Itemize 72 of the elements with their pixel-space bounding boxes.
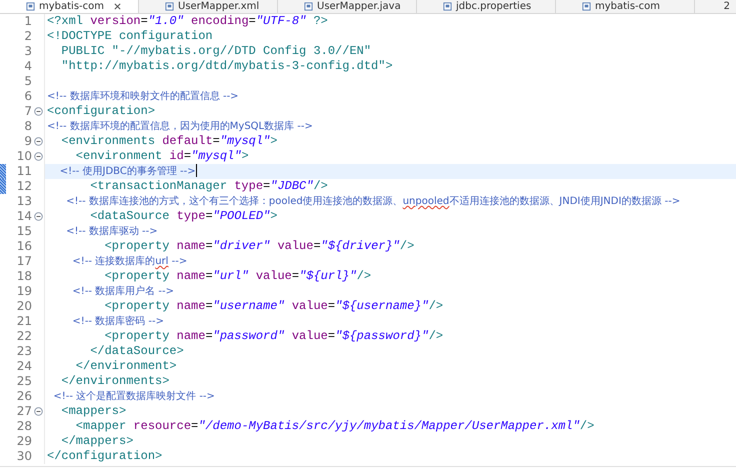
code-line: <!-- 数据库驱动 --> — [65, 224, 158, 239]
code-line: <environments default="mysql"> — [60, 134, 278, 149]
code-line: <property name="driver" value="${driver}"/> — [104, 239, 414, 254]
code-line: </environments> — [60, 374, 170, 389]
code-line: <?xml version="1.0" encoding="UTF-8" ?> — [47, 14, 328, 29]
editor-tab[interactable]: UserMapper.java — [278, 0, 417, 13]
line-number: 23 — [16, 344, 32, 359]
line-number: 14 — [16, 209, 32, 224]
code-line: <mapper resource="/demo-MyBatis/src/yjy/mybatis/Mapper/UserMapper.xml"/> — [74, 419, 594, 434]
editor-tab[interactable]: UserMapper.xml — [139, 0, 278, 13]
line-number: 21 — [16, 314, 32, 329]
line-number: 15 — [16, 224, 32, 239]
code-line: <!DOCTYPE configuration — [47, 29, 213, 44]
line-number: 26 — [16, 389, 32, 404]
line-number: 24 — [16, 359, 32, 374]
line-number: 28 — [16, 419, 32, 434]
close-icon[interactable] — [114, 3, 122, 10]
line-number: 18 — [16, 269, 32, 284]
code-line: <!-- 这个是配置数据库映射文件 --> — [52, 390, 215, 404]
line-number: 20 — [16, 299, 32, 314]
line-number: 29 — [16, 434, 32, 449]
collapse-icon[interactable] — [34, 212, 42, 221]
collapse-icon[interactable] — [34, 107, 42, 116]
code-line: <!-- 数据库连接池的方式，这个有三个选择：pooled使用连接池的数据源、unpooled不适用连接池的数据源、JNDI使用JNDI的数据源 --> — [65, 194, 680, 209]
line-number: 4 — [23, 59, 32, 74]
line-number: 6 — [23, 89, 32, 104]
line-number: 7 — [23, 104, 32, 119]
code-line: PUBLIC "-//mybatis.org//DTD Config 3.0//EN" — [60, 44, 372, 59]
line-number: 9 — [23, 134, 32, 149]
line-number: 1 — [23, 14, 32, 29]
collapse-icon[interactable] — [34, 137, 42, 146]
line-number: 22 — [16, 329, 32, 344]
line-number: 5 — [23, 74, 32, 89]
file-icon — [26, 2, 35, 11]
hidden-tabs-count[interactable]: 2 — [724, 1, 736, 13]
line-number: 16 — [16, 239, 32, 254]
code-line: <!-- 数据库环境的配置信息，因为使用的MySQL数据库 --> — [47, 120, 313, 134]
code-line: </dataSource> — [89, 344, 184, 359]
line-number: 12 — [16, 179, 32, 194]
line-number: 19 — [16, 284, 32, 299]
line-number: 8 — [23, 119, 32, 134]
code-line: </environment> — [74, 359, 177, 374]
code-line: <dataSource type="POOLED"> — [89, 209, 278, 224]
line-number: 30 — [16, 449, 32, 464]
code-line: "http://mybatis.org/dtd/mybatis-3-config.dtd"> — [60, 59, 393, 74]
line-number: 10 — [16, 149, 32, 164]
line-number: 2 — [23, 29, 32, 44]
code-line: <transactionManager type="JDBC"/> — [89, 179, 328, 194]
code-line: <property name="password" value="${password}"/> — [104, 329, 444, 344]
code-line: <!-- 数据库环境和映射文件的配置信息 --> — [47, 90, 239, 104]
line-number: 13 — [16, 194, 32, 209]
line-number: 3 — [23, 44, 32, 59]
code-line: <environment id="mysql"> — [74, 149, 249, 164]
code-line: <configuration> — [47, 104, 156, 119]
code-line: <!-- 连接数据库的url --> — [71, 254, 188, 269]
code-line: <property name="username" value="${username}"/> — [104, 299, 444, 314]
line-number: 17 — [16, 254, 32, 269]
line-number: 27 — [16, 404, 32, 419]
code-line: <!-- 数据库密码 --> — [71, 314, 164, 329]
code-line: <property name="url" value="${url}"/> — [104, 269, 372, 284]
code-line: <!-- 使用JDBC的事务管理 --> — [58, 164, 197, 179]
editor-tab[interactable]: mybatis-com — [556, 0, 695, 13]
code-line: </mappers> — [60, 434, 134, 449]
code-line: </configuration> — [47, 449, 162, 464]
editor-tab[interactable]: jdbc.properties — [417, 0, 556, 13]
collapse-icon[interactable] — [34, 152, 42, 161]
line-number: 11 — [16, 164, 32, 179]
code-line: <!-- 数据库用户名 --> — [71, 284, 174, 299]
line-number: 25 — [16, 374, 32, 389]
code-line: <mappers> — [60, 404, 126, 419]
editor-tab[interactable]: mybatis-com — [0, 0, 139, 13]
collapse-icon[interactable] — [34, 407, 42, 416]
